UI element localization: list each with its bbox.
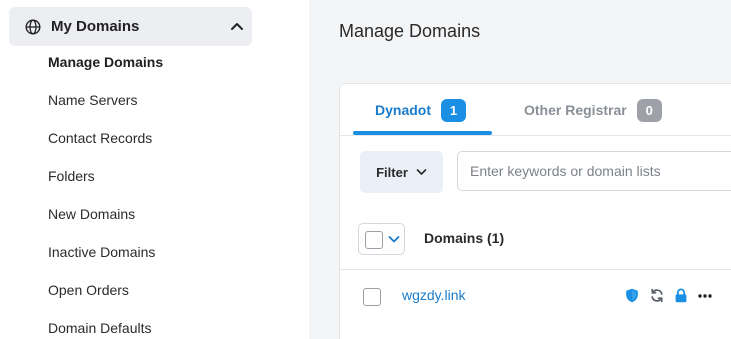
tab-label: Dynadot [375, 102, 431, 118]
refresh-icon[interactable] [650, 288, 664, 303]
chevron-up-icon[interactable] [230, 21, 244, 31]
app-window: My Domains Manage Domains Name Servers C… [0, 0, 731, 339]
sidebar-item-new-domains[interactable]: New Domains [48, 206, 135, 222]
tab-dynadot[interactable]: Dynadot 1 [375, 96, 466, 124]
domains-panel: Dynadot 1 Other Registrar 0 Filter Enter… [339, 83, 731, 339]
domains-column-header: Domains (1) [424, 230, 505, 246]
sidebar-section-title: My Domains [51, 18, 140, 35]
filter-button[interactable]: Filter [360, 151, 443, 193]
page-title: Manage Domains [339, 21, 481, 41]
domain-link[interactable]: wgzdy.link [402, 287, 466, 303]
sidebar-item-folders[interactable]: Folders [48, 168, 95, 184]
tab-label: Other Registrar [524, 102, 627, 118]
chevron-down-icon[interactable] [388, 235, 400, 244]
divider [340, 269, 731, 270]
search-input[interactable] [457, 151, 731, 191]
tab-other-registrar[interactable]: Other Registrar 0 [524, 96, 662, 124]
select-all-dropdown[interactable] [358, 223, 405, 255]
select-all-checkbox[interactable] [365, 231, 383, 249]
sidebar-item-contact-records[interactable]: Contact Records [48, 130, 152, 146]
lock-icon[interactable] [674, 288, 688, 303]
main-content: Manage Domains Dynadot 1 Other Registrar… [309, 0, 731, 339]
tab-bar: Dynadot 1 Other Registrar 0 [340, 84, 731, 136]
active-tab-indicator [353, 131, 492, 135]
sidebar-item-open-orders[interactable]: Open Orders [48, 282, 129, 298]
chevron-down-icon [416, 169, 427, 175]
sidebar-item-name-servers[interactable]: Name Servers [48, 92, 137, 108]
sidebar-section-my-domains[interactable]: My Domains [9, 7, 252, 46]
sidebar-item-manage-domains[interactable]: Manage Domains [48, 54, 163, 70]
sidebar: My Domains Manage Domains Name Servers C… [0, 0, 309, 339]
globe-icon [25, 19, 41, 35]
sidebar-item-inactive-domains[interactable]: Inactive Domains [48, 244, 155, 260]
shield-icon[interactable] [625, 288, 639, 303]
row-checkbox[interactable] [363, 288, 381, 306]
sidebar-item-domain-defaults[interactable]: Domain Defaults [48, 320, 152, 336]
count-badge: 1 [441, 98, 466, 122]
count-badge: 0 [636, 98, 662, 122]
more-options-icon[interactable] [697, 288, 713, 303]
filter-label: Filter [376, 164, 408, 180]
